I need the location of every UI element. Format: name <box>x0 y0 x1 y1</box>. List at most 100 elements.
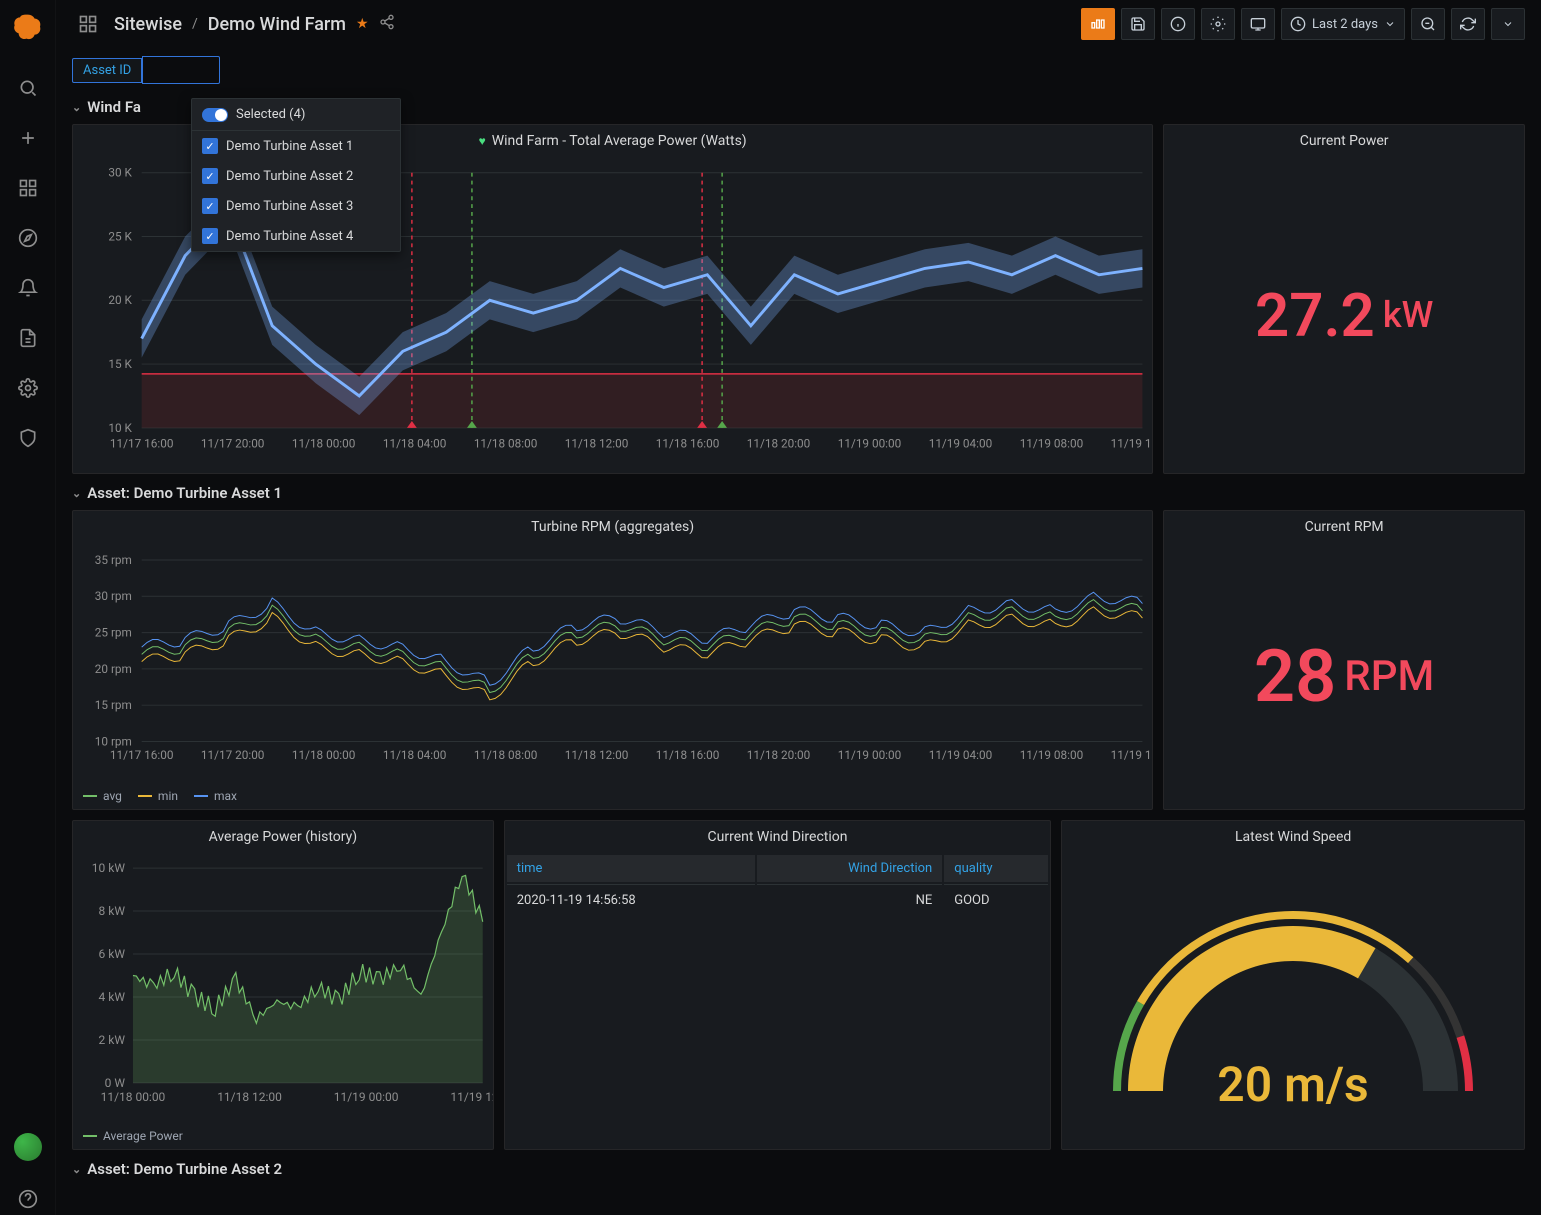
svg-text:11/18 12:00: 11/18 12:00 <box>565 436 629 450</box>
svg-text:11/18 00:00: 11/18 00:00 <box>101 1090 166 1104</box>
info-button[interactable] <box>1161 8 1195 40</box>
plus-icon[interactable] <box>12 122 44 154</box>
variable-dropdown: Selected (4) ✓Demo Turbine Asset 1 ✓Demo… <box>191 98 401 252</box>
nav-sidebar <box>0 0 56 1215</box>
dropdown-header[interactable]: Selected (4) <box>192 99 400 131</box>
svg-text:11/19 08:00: 11/19 08:00 <box>1020 748 1084 762</box>
chevron-down-icon: ⌄ <box>72 487 81 500</box>
panel-avg-power-history[interactable]: Average Power (history) 0 W2 kW4 kW6 kW8… <box>72 820 494 1150</box>
search-icon[interactable] <box>12 72 44 104</box>
svg-text:11/17 16:00: 11/17 16:00 <box>110 748 174 762</box>
wind-speed-gauge: 20 m/s <box>1103 871 1483 1131</box>
share-icon[interactable] <box>379 14 395 34</box>
checkbox-icon: ✓ <box>202 228 218 244</box>
svg-text:11/17 16:00: 11/17 16:00 <box>110 436 174 450</box>
panel-title-text: Latest Wind Speed <box>1235 829 1351 845</box>
configuration-icon[interactable] <box>12 372 44 404</box>
svg-text:11/18 12:00: 11/18 12:00 <box>565 748 629 762</box>
legend-label: max <box>214 789 237 803</box>
panel-title-text: Turbine RPM (aggregates) <box>531 519 694 535</box>
breadcrumb-separator: / <box>192 16 198 32</box>
svg-text:30 K: 30 K <box>108 166 132 180</box>
legend-label: avg <box>103 789 122 803</box>
svg-text:11/18 00:00: 11/18 00:00 <box>292 748 356 762</box>
reports-icon[interactable] <box>12 322 44 354</box>
svg-text:10 kW: 10 kW <box>92 861 126 875</box>
dropdown-option[interactable]: ✓Demo Turbine Asset 4 <box>192 221 400 251</box>
user-avatar[interactable] <box>14 1133 42 1161</box>
panel-title-text: Current Power <box>1300 133 1389 149</box>
tv-mode-button[interactable] <box>1241 8 1275 40</box>
dropdown-option[interactable]: ✓Demo Turbine Asset 1 <box>192 131 400 161</box>
panel-current-rpm[interactable]: Current RPM 28 RPM <box>1163 510 1525 810</box>
svg-text:11/19 00:00: 11/19 00:00 <box>334 1090 399 1104</box>
legend-label: Average Power <box>103 1129 183 1143</box>
panel-wind-speed[interactable]: Latest Wind Speed 20 m/s <box>1061 820 1525 1150</box>
svg-text:11/18 04:00: 11/18 04:00 <box>383 436 447 450</box>
svg-text:11/18 20:00: 11/18 20:00 <box>747 436 811 450</box>
zoom-out-button[interactable] <box>1411 8 1445 40</box>
svg-text:11/19 04:00: 11/19 04:00 <box>929 748 993 762</box>
panel-current-power[interactable]: Current Power 27.2 kW <box>1163 124 1525 474</box>
variable-label: Asset ID <box>72 58 142 83</box>
svg-text:10 K: 10 K <box>108 421 132 435</box>
cell-quality: GOOD <box>944 884 1048 916</box>
time-range-button[interactable]: Last 2 days <box>1281 8 1405 40</box>
panel-title-text: Average Power (history) <box>209 829 358 845</box>
avg-power-legend: Average Power <box>73 1123 493 1149</box>
dashboard-grid-icon[interactable] <box>72 8 104 40</box>
row-header-asset1[interactable]: ⌄ Asset: Demo Turbine Asset 1 <box>72 474 1525 510</box>
star-icon[interactable]: ★ <box>356 16 369 32</box>
svg-text:0 W: 0 W <box>105 1076 126 1090</box>
svg-text:11/19 00:00: 11/19 00:00 <box>838 436 902 450</box>
settings-button[interactable] <box>1201 8 1235 40</box>
stat-unit: RPM <box>1344 652 1434 701</box>
variable-input[interactable] <box>142 56 220 84</box>
svg-text:11/19 12:00: 11/19 12:00 <box>450 1090 492 1104</box>
row-title: Wind Fa <box>87 98 141 116</box>
svg-text:11/18 20:00: 11/18 20:00 <box>747 748 811 762</box>
table-header[interactable]: quality <box>944 855 1048 882</box>
dropdown-header-label: Selected (4) <box>236 107 305 122</box>
panel-wind-direction[interactable]: Current Wind Direction time Wind Directi… <box>504 820 1052 1150</box>
option-label: Demo Turbine Asset 3 <box>226 199 353 214</box>
grafana-logo-icon[interactable] <box>12 12 44 44</box>
svg-text:2 kW: 2 kW <box>99 1033 126 1047</box>
legend-label: min <box>158 789 178 803</box>
stat-value: 28 <box>1254 634 1336 719</box>
panel-title-text: Current Wind Direction <box>708 829 848 845</box>
select-all-toggle[interactable] <box>202 108 228 122</box>
svg-text:20 K: 20 K <box>108 293 132 307</box>
explore-icon[interactable] <box>12 222 44 254</box>
svg-text:11/19 12:00: 11/19 12:00 <box>1111 748 1153 762</box>
table-header[interactable]: Wind Direction <box>757 855 943 882</box>
row-title: Asset: Demo Turbine Asset 2 <box>87 1160 282 1178</box>
help-icon[interactable] <box>12 1183 44 1215</box>
svg-text:35 rpm: 35 rpm <box>95 553 132 567</box>
svg-text:11/19 04:00: 11/19 04:00 <box>929 436 993 450</box>
refresh-button[interactable] <box>1451 8 1485 40</box>
svg-text:8 kW: 8 kW <box>99 904 126 918</box>
topbar: Sitewise / Demo Wind Farm ★ Last 2 days <box>56 0 1541 48</box>
stat-unit: kW <box>1383 294 1433 336</box>
dashboards-icon[interactable] <box>12 172 44 204</box>
alerting-icon[interactable] <box>12 272 44 304</box>
svg-text:11/18 04:00: 11/18 04:00 <box>383 748 447 762</box>
svg-text:25 rpm: 25 rpm <box>95 626 132 640</box>
svg-text:11/19 08:00: 11/19 08:00 <box>1020 436 1084 450</box>
dropdown-option[interactable]: ✓Demo Turbine Asset 3 <box>192 191 400 221</box>
dropdown-option[interactable]: ✓Demo Turbine Asset 2 <box>192 161 400 191</box>
add-panel-button[interactable] <box>1081 8 1115 40</box>
svg-text:11/19 00:00: 11/19 00:00 <box>838 748 902 762</box>
row-header-asset2[interactable]: ⌄ Asset: Demo Turbine Asset 2 <box>72 1150 1525 1186</box>
refresh-interval-button[interactable] <box>1491 8 1525 40</box>
table-header[interactable]: time <box>507 855 755 882</box>
save-button[interactable] <box>1121 8 1155 40</box>
breadcrumb-page[interactable]: Demo Wind Farm <box>208 14 346 35</box>
breadcrumb-root[interactable]: Sitewise <box>114 14 182 35</box>
svg-text:20 rpm: 20 rpm <box>95 662 132 676</box>
panel-turbine-rpm[interactable]: Turbine RPM (aggregates) 10 rpm15 rpm20 … <box>72 510 1153 810</box>
shield-icon[interactable] <box>12 422 44 454</box>
svg-text:11/18 12:00: 11/18 12:00 <box>217 1090 282 1104</box>
svg-text:25 K: 25 K <box>108 229 132 243</box>
